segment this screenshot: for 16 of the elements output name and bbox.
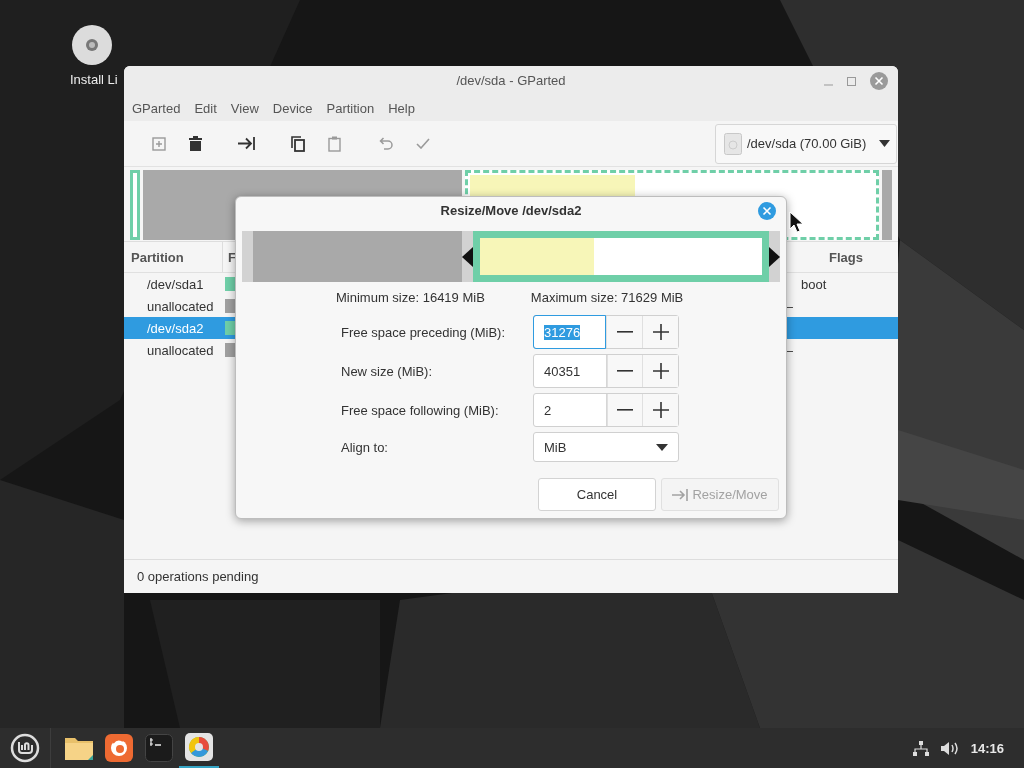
table-cell-text: unallocated	[146, 342, 215, 358]
field-label: Free space following (MiB):	[341, 402, 500, 418]
table-cell: boot	[801, 276, 827, 292]
table-cell-text: /dev/sda1	[146, 276, 205, 292]
table-cell-text: unallocated	[146, 298, 215, 314]
dialog-title: Resize/Move /dev/sda2	[440, 203, 582, 218]
status-text: 0 operations pending	[137, 569, 259, 584]
field-label: New size (MiB):	[341, 363, 433, 379]
field-label: Free space preceding (MiB):	[341, 324, 506, 340]
clock: 14:16	[970, 740, 1004, 756]
maximum-size-text: Maximum size: 71629 MiB	[530, 290, 684, 305]
table-cell-text: /dev/sda2	[146, 320, 205, 336]
desktop-icon-label: Install Li	[70, 72, 118, 87]
window-title: /dev/sda - GParted	[456, 73, 566, 88]
field-label: Align to:	[341, 439, 389, 455]
minimum-size-text: Minimum size: 16419 MiB	[336, 290, 485, 305]
